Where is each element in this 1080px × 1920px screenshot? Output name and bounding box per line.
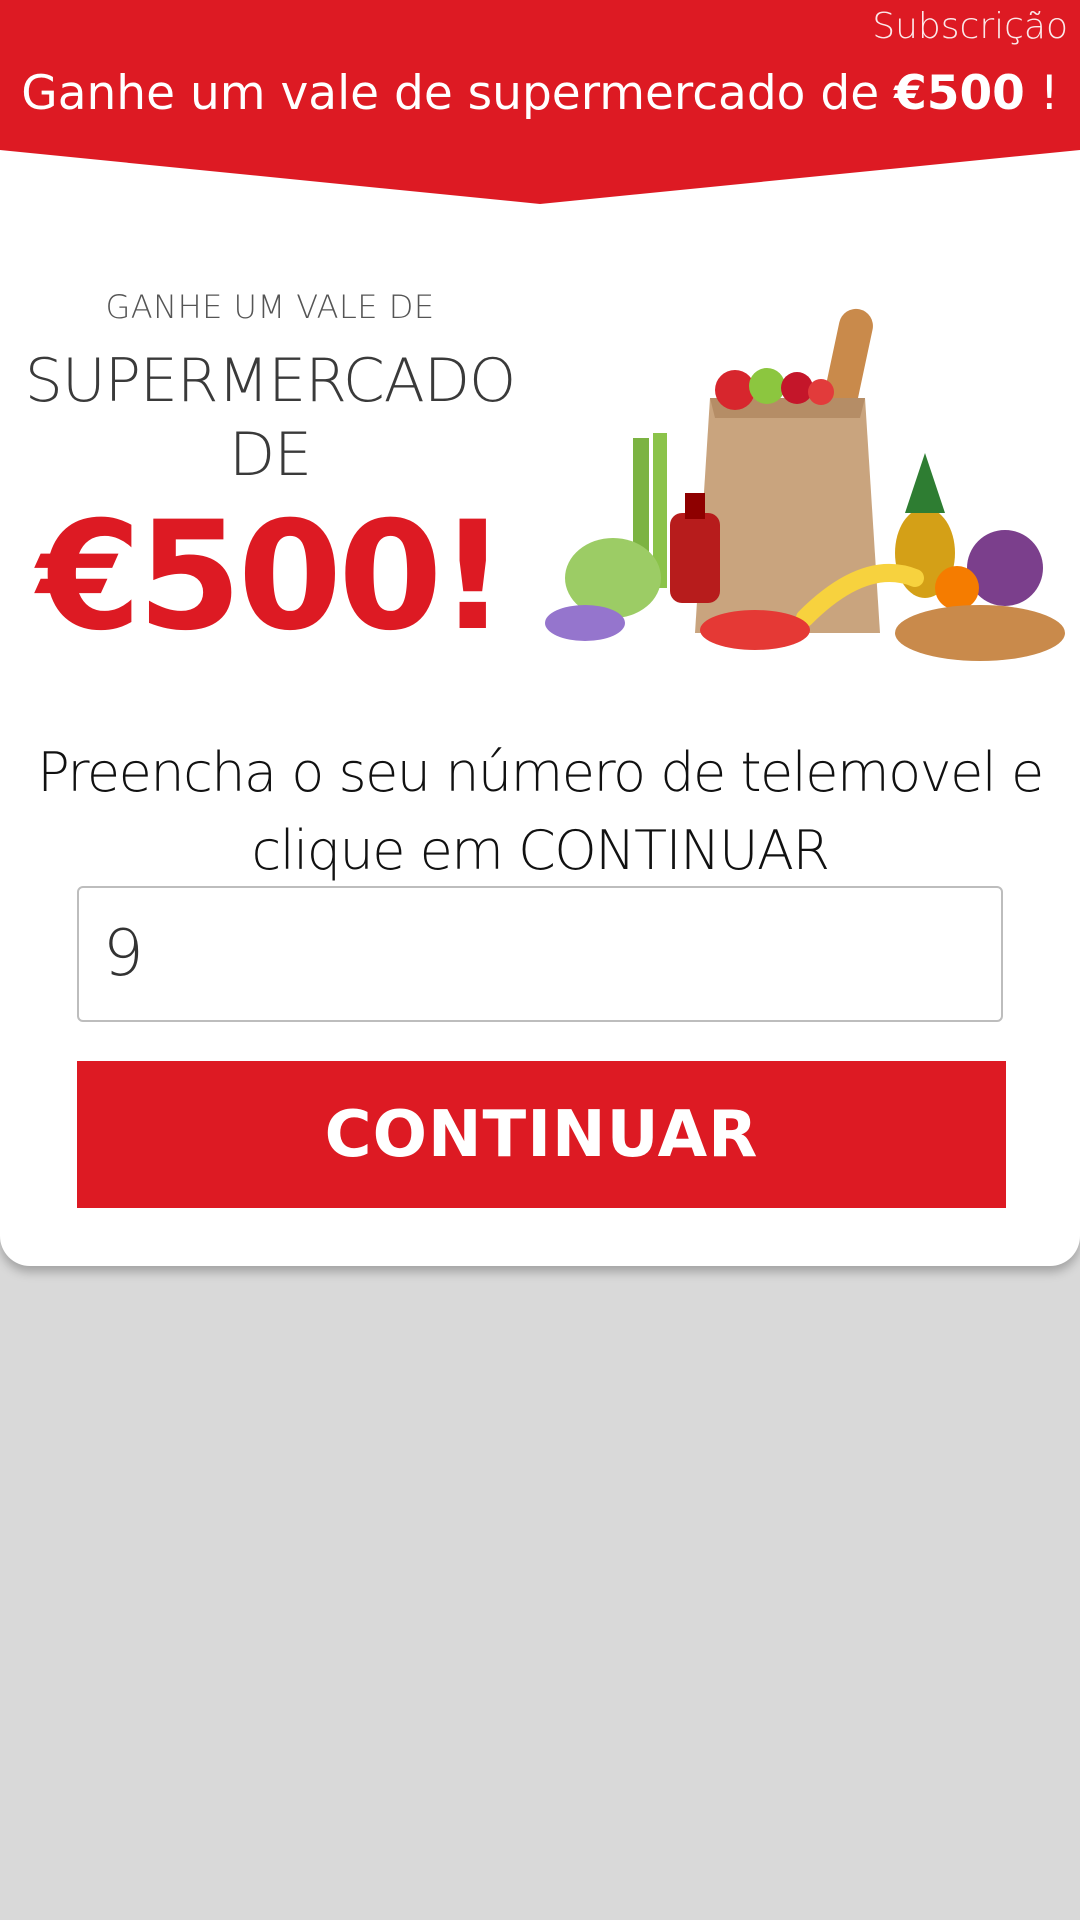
banner-headline-text: Ganhe um vale de supermercado de [21, 66, 880, 121]
promo-text-block: GANHE UM VALE DE SUPERMERCADO DE €500! [0, 288, 540, 652]
phone-number-input[interactable] [77, 886, 1003, 1022]
instruction-line-2: clique em CONTINUAR [251, 819, 830, 882]
banner-chevron [0, 146, 1080, 204]
promo-amount: €500! [37, 490, 507, 664]
promo-big-line-1: SUPERMERCADO [24, 346, 517, 416]
form-instruction: Preencha o seu número de telemovel e cli… [0, 734, 1080, 890]
subscription-link[interactable]: Subscrição [872, 6, 1068, 47]
banner-headline-end: ! [1039, 66, 1059, 121]
landing-page: Subscrição Ganhe um vale de supermercado… [0, 0, 1080, 1920]
banner-headline: Ganhe um vale de supermercado de €500 ! [0, 66, 1080, 121]
instruction-line-1: Preencha o seu número de telemovel e [37, 741, 1044, 804]
continue-button[interactable]: CONTINUAR [77, 1061, 1006, 1208]
groceries-bag-icon [545, 308, 1065, 661]
promo-small-line: GANHE UM VALE DE [105, 288, 435, 326]
header-banner: Subscrição Ganhe um vale de supermercado… [0, 0, 1080, 146]
banner-headline-amount: €500 [894, 66, 1025, 121]
promo-big-line-2: DE [228, 420, 312, 490]
